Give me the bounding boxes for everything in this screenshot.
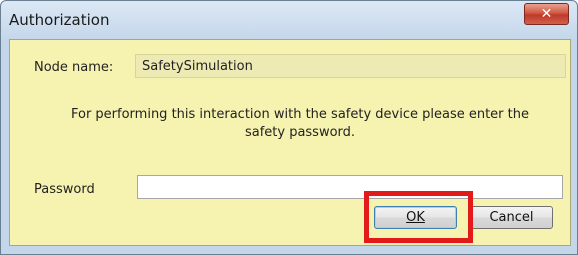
password-label: Password — [34, 182, 95, 197]
close-button[interactable]: ✕ — [524, 3, 569, 25]
node-name-value: SafetySimulation — [142, 59, 253, 74]
ok-button-label: OK — [406, 210, 425, 225]
node-name-field: SafetySimulation — [135, 54, 566, 78]
instruction-message: For performing this interaction with the… — [70, 107, 529, 140]
dialog-title: Authorization — [9, 11, 110, 29]
title-bar[interactable]: Authorization ✕ — [1, 1, 577, 39]
cancel-button-label: Cancel — [489, 210, 534, 225]
node-name-label: Node name: — [34, 60, 114, 75]
authorization-dialog: Authorization ✕ Node name: SafetySimulat… — [0, 0, 578, 255]
ok-button[interactable]: OK — [374, 206, 457, 229]
cancel-button[interactable]: Cancel — [470, 206, 553, 229]
close-icon: ✕ — [540, 6, 553, 22]
password-input[interactable] — [137, 175, 563, 199]
dialog-body: Node name: SafetySimulation For performi… — [9, 39, 571, 246]
